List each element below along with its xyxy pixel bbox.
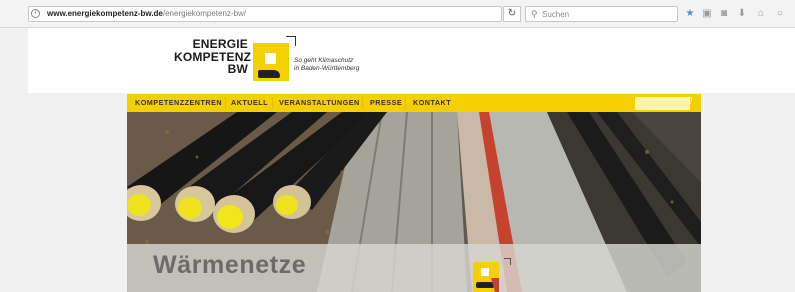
nav-divider [272, 97, 273, 109]
logo-bracket-icon [286, 36, 296, 46]
search-icon: ⚲ [531, 9, 538, 19]
reload-icon[interactable]: ↻ [503, 6, 521, 22]
nav-divider [362, 97, 363, 109]
lion-emblem-icon [258, 70, 280, 78]
site-search-input[interactable] [635, 97, 690, 110]
nav-divider [405, 97, 406, 109]
url-path: /energiekompetenz-bw/ [162, 9, 247, 18]
nav-item-aktuell[interactable]: AKTUELL [231, 94, 268, 112]
hero-title: Wärmenetze [153, 251, 307, 279]
nav-item-kontakt[interactable]: KONTAKT [413, 94, 451, 112]
clipboard-icon[interactable]: ▣ [701, 8, 713, 20]
logo-line-1: ENERGIE [192, 37, 248, 51]
nav-item-kompetenzzentren[interactable]: KOMPETENZZENTREN [135, 94, 222, 112]
pocket-icon[interactable]: ◙ [718, 8, 730, 20]
logo-line-3: BW [227, 62, 248, 76]
browser-search-bar[interactable]: ⚲ [525, 6, 678, 22]
main-nav: KOMPETENZZENTREN AKTUELL VERANSTALTUNGEN… [127, 94, 701, 112]
browser-search-input[interactable] [542, 8, 672, 20]
site-logo-text[interactable]: ENERGIE KOMPETENZ BW [174, 37, 251, 76]
logo-tagline: So geht Klimaschutz in Baden-Württemberg [294, 57, 360, 72]
nav-divider [225, 97, 226, 109]
sync-icon[interactable]: ○ [774, 8, 786, 20]
site-search-icon[interactable]: ⚲ [687, 96, 693, 105]
url-bar[interactable]: www.energiekompetenz-bw.de/energiekompet… [28, 6, 502, 22]
info-icon[interactable]: i [31, 9, 40, 18]
home-icon[interactable]: ⌂ [755, 8, 767, 20]
hero-logo-icon [473, 258, 511, 292]
url-host: www.energiekompetenz-bw.de [47, 9, 163, 18]
bookmark-star-icon[interactable]: ★ [684, 8, 696, 20]
nav-item-presse[interactable]: PRESSE [370, 94, 402, 112]
logo-inner-square [265, 53, 276, 64]
site-header [28, 28, 795, 93]
download-icon[interactable]: ⬇ [736, 8, 748, 20]
browser-toolbar: www.energiekompetenz-bw.de/energiekompet… [0, 0, 795, 28]
nav-item-veranstaltungen[interactable]: VERANSTALTUNGEN [279, 94, 360, 112]
